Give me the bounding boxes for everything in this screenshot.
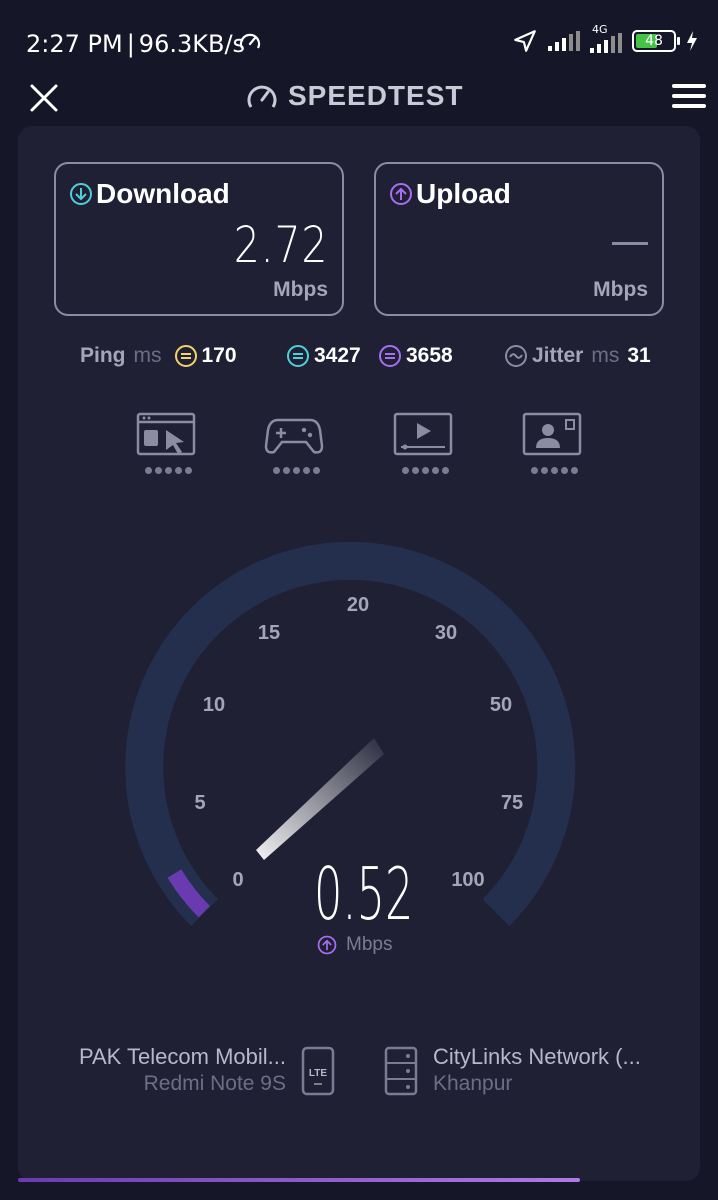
menu-line — [672, 84, 706, 88]
server-location: Khanpur — [433, 1072, 513, 1095]
gauge-label-20: 20 — [347, 594, 369, 616]
charging-icon — [687, 31, 697, 51]
battery-icon: 48 — [632, 30, 680, 52]
current-speed-unit-row: Mbps — [316, 934, 392, 956]
gauge-label-10: 10 — [203, 694, 225, 716]
signal-1-icon — [548, 31, 580, 51]
gauge-needle — [256, 738, 384, 860]
speedometer-icon — [239, 33, 261, 49]
provider-name: PAK Telecom Mobil... — [78, 1044, 286, 1069]
results-panel: Download 2.72 Mbps Upload Mbps Ping ms 1… — [18, 126, 700, 1181]
menu-line — [672, 94, 706, 98]
battery-level: 48 — [645, 33, 663, 49]
gauge-label-30: 30 — [435, 622, 457, 644]
lte-badge: LTE — [309, 1068, 327, 1079]
test-progress-bar — [18, 1178, 580, 1182]
lte-phone-icon: LTE — [301, 1046, 335, 1096]
server-icon — [384, 1046, 418, 1096]
status-separator: | — [126, 30, 135, 58]
status-indicators: 4G 48 — [512, 23, 698, 54]
gauge-label-15: 15 — [258, 622, 280, 644]
close-button[interactable] — [28, 82, 60, 114]
provider-device: Redmi Note 9S — [143, 1072, 286, 1095]
app-title: SPEEDTEST — [288, 80, 464, 111]
gauge-label-75: 75 — [501, 792, 523, 814]
gauge-label-50: 50 — [490, 694, 512, 716]
menu-line — [672, 104, 706, 108]
server-name: CityLinks Network (... — [433, 1044, 641, 1069]
gauge-label-100: 100 — [451, 869, 484, 891]
menu-button[interactable] — [672, 84, 706, 110]
gauge-label-5: 5 — [194, 792, 205, 814]
current-speed-unit: Mbps — [346, 934, 393, 955]
app-brand: SPEEDTEST — [246, 80, 463, 112]
gauge-label-0: 0 — [232, 869, 243, 891]
network-type-label: 4G — [592, 23, 608, 36]
data-speed: 96.3KB/s — [138, 30, 246, 58]
status-bar: 2:27 PM | 96.3KB/s 4G 48 — [0, 0, 718, 80]
upload-arrow-icon — [317, 935, 337, 955]
speedtest-logo-icon — [247, 85, 277, 108]
signal-2-icon: 4G — [590, 23, 622, 53]
current-speed-value: 0.52 — [314, 852, 414, 936]
status-time: 2:27 PM | 96.3KB/s — [26, 30, 245, 58]
clock: 2:27 PM — [26, 30, 123, 58]
location-icon — [514, 30, 536, 52]
